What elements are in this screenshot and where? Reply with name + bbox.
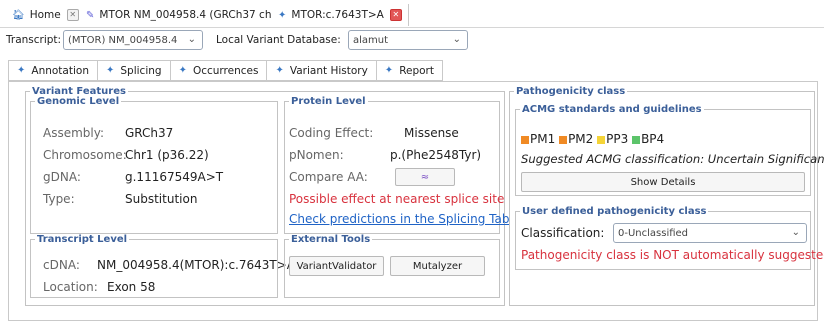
transcript-value: (MTOR) NM_004958.4 (68, 34, 178, 46)
tab-splicing[interactable]: ✦ Splicing (97, 60, 171, 81)
transcript-level-legend: Transcript Level (37, 234, 128, 245)
classification-value: 0-Unclassified (618, 227, 689, 239)
transcript-label: Transcript: (6, 34, 62, 46)
pm1-label: PM1 (530, 132, 556, 146)
tab-variant-history[interactable]: ✦ Variant History (267, 60, 377, 81)
chevron-down-icon: ⌄ (791, 227, 800, 238)
genomic-level-legend: Genomic Level (37, 96, 120, 107)
tab-home-label: Home (29, 9, 61, 21)
pnomen-value: p.(Phe2548Tyr) (390, 148, 482, 162)
external-tools-legend: External Tools (291, 234, 371, 245)
tab-bullet-icon: ✦ (105, 65, 115, 76)
document-tab-bar: 🏠︎ Home ✕ ✎ MTOR NM_004958.4 (GRCh37 chr… (0, 0, 824, 28)
bp4-swatch (632, 135, 641, 144)
compare-aa-label: Compare AA: (289, 170, 368, 184)
bp4-label: BP4 (641, 132, 665, 146)
cdna-value: NM_004958.4(MTOR):c.7643T>A (97, 258, 296, 272)
splice-warning: Possible effect at nearest splice site (289, 192, 505, 206)
genomic-level-group: Genomic Level (30, 96, 278, 234)
type-label: Type: (43, 192, 75, 206)
location-value: Exon 58 (107, 280, 156, 294)
pm2-swatch (559, 135, 568, 144)
mutalyzer-button[interactable]: Mutalyzer (390, 256, 485, 276)
database-select[interactable]: alamut ⌄ (348, 30, 468, 50)
tab-bullet-icon: ✦ (275, 65, 284, 76)
assembly-value: GRCh37 (125, 126, 174, 140)
classification-select[interactable]: 0-Unclassified ⌄ (613, 223, 807, 243)
tab-home[interactable]: 🏠︎ Home ✕ (6, 4, 86, 26)
tab-occurrences-label: Occurrences (192, 64, 259, 77)
chevron-down-icon: ⌄ (452, 34, 461, 45)
suggested-classification: Suggested ACMG classification: Uncertain… (521, 152, 824, 166)
tab-occurrences[interactable]: ✦ Occurrences (170, 60, 268, 81)
pp3-swatch (597, 135, 606, 144)
show-details-button[interactable]: Show Details (521, 172, 805, 192)
acmg-legend: ACMG standards and guidelines (522, 104, 702, 115)
splicing-tab-link[interactable]: Check predictions in the Splicing Tab (289, 212, 509, 226)
tab-bullet-icon: ✦ (178, 65, 187, 76)
pm1-swatch (521, 135, 529, 144)
pm2-label: PM2 (568, 132, 594, 146)
pathogenicity-legend: Pathogenicity class (516, 86, 626, 97)
compare-aa-button[interactable]: ≈ (395, 168, 455, 186)
transcript-select[interactable]: (MTOR) NM_004958.4 ⌄ (63, 30, 203, 50)
assembly-label: Assembly: (43, 126, 105, 140)
section-tabs: ✦ Annotation ✦ Splicing ✦ Occurrences ✦ Vari… (8, 60, 443, 81)
coding-effect-value: Missense (404, 126, 459, 140)
protein-level-legend: Protein Level (291, 96, 366, 107)
gene-icon: ✎ (86, 9, 95, 21)
user-defined-legend: User defined pathogenicity class (522, 206, 707, 217)
cdna-label: cDNA: (43, 258, 80, 272)
pnomen-label: pNomen: (289, 148, 344, 162)
classification-note: Pathogenicity class is NOT automatically… (521, 248, 824, 262)
type-value: Substitution (125, 192, 198, 206)
gdna-value: g.11167549A>T (125, 170, 224, 184)
tab-bullet-icon: ✦ (17, 65, 26, 76)
tab-variant-label: MTOR:c.7643T>A (291, 9, 384, 21)
tab-variant[interactable]: ✦ MTOR:c.7643T>A ✕ (272, 4, 409, 26)
database-label: Local Variant Database: (216, 34, 341, 46)
tab-variant-history-label: Variant History (289, 64, 368, 77)
variant-icon: ✦ (278, 9, 287, 21)
tab-annotation[interactable]: ✦ Annotation (8, 60, 98, 81)
database-value: alamut (353, 34, 389, 46)
coding-effect-label: Coding Effect: (289, 126, 374, 140)
location-label: Location: (43, 280, 98, 294)
tab-bullet-icon: ✦ (384, 65, 394, 76)
tab-gene-label: MTOR NM_004958.4 (GRCh37 chr 1) (99, 9, 290, 21)
chevron-down-icon: ⌄ (187, 34, 196, 45)
tab-report[interactable]: ✦ Report (376, 60, 443, 81)
acmg-criteria: PM1 PM2 PP3 BP4 (521, 132, 664, 146)
tab-report-label: Report (399, 64, 434, 77)
gdna-label: gDNA: (43, 170, 81, 184)
close-icon[interactable]: ✕ (66, 9, 79, 21)
tab-splicing-label: Splicing (120, 64, 162, 77)
home-icon: 🏠︎ (12, 9, 25, 21)
pp3-label: PP3 (606, 132, 629, 146)
tab-annotation-label: Annotation (31, 64, 89, 77)
variant-validator-button[interactable]: VariantValidator (289, 256, 384, 276)
annotation-panel: Variant Features Genomic Level Assembly:… (8, 81, 824, 321)
classification-label: Classification: (521, 226, 605, 240)
close-icon[interactable]: ✕ (389, 9, 402, 21)
chromosome-value: Chr1 (p36.22) (125, 148, 209, 162)
chromosome-label: Chromosome: (43, 148, 127, 162)
